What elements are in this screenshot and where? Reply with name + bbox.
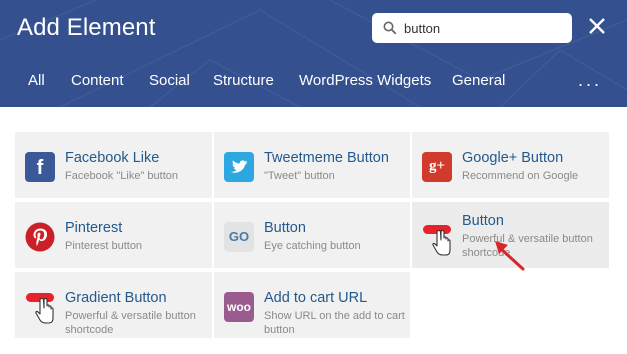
element-card-gradient-button[interactable]: Gradient Button Powerful & versatile but… [15, 272, 212, 338]
dialog-header: Add Element All Content Social Structure… [0, 0, 627, 107]
page-title: Add Element [17, 14, 156, 41]
element-description: Show URL on the add to cart button [264, 310, 405, 336]
close-icon[interactable] [586, 15, 608, 37]
search-input[interactable] [404, 17, 564, 39]
element-title: Google+ Button [462, 150, 564, 166]
twitter-icon [224, 152, 254, 182]
element-card-add-to-cart-url[interactable]: woo Add to cart URL Show URL on the add … [214, 272, 410, 338]
pinterest-icon [25, 222, 55, 252]
tab-social[interactable]: Social [149, 72, 190, 89]
element-card-tweetmeme-button[interactable]: Tweetmeme Button "Tweet" button [214, 132, 410, 198]
button-cursor-icon [423, 225, 451, 256]
facebook-icon: f [25, 152, 55, 182]
element-description: Powerful & versatile button shortcode [462, 233, 593, 259]
element-description: Recommend on Google [462, 170, 579, 182]
tab-general[interactable]: General [452, 72, 505, 89]
tab-wordpress-widgets[interactable]: WordPress Widgets [299, 72, 431, 89]
element-description: Pinterest button [65, 240, 143, 252]
element-description: Powerful & versatile button shortcode [65, 310, 196, 336]
button-cursor-icon [26, 293, 54, 324]
element-card-button-go[interactable]: GO Button Eye catching button [214, 202, 410, 268]
more-tabs-button[interactable]: ... [578, 70, 602, 91]
element-description: "Tweet" button [264, 170, 335, 182]
element-title: Add to cart URL [264, 290, 368, 306]
element-title: Button [462, 213, 504, 229]
search-box[interactable] [372, 13, 572, 43]
tab-content[interactable]: Content [71, 72, 124, 89]
element-card-google-plus-button[interactable]: g+ Google+ Button Recommend on Google [412, 132, 609, 198]
element-title: Gradient Button [65, 290, 167, 306]
element-card-pinterest[interactable]: Pinterest Pinterest button [15, 202, 212, 268]
google-plus-icon: g+ [422, 152, 452, 182]
element-description: Eye catching button [264, 240, 361, 252]
tab-all[interactable]: All [28, 72, 45, 89]
element-description: Facebook "Like" button [65, 170, 178, 182]
element-title: Button [264, 220, 306, 236]
pointer-arrow-icon [495, 241, 525, 271]
woo-icon: woo [224, 292, 254, 322]
go-button-icon: GO [224, 222, 254, 252]
element-title: Facebook Like [65, 150, 160, 166]
tab-structure[interactable]: Structure [213, 72, 274, 89]
element-card-facebook-like[interactable]: f Facebook Like Facebook "Like" button [15, 132, 212, 198]
element-title: Pinterest [65, 220, 123, 236]
element-title: Tweetmeme Button [264, 150, 389, 166]
search-icon [383, 21, 397, 35]
category-tabs: All Content Social Structure WordPress W… [0, 72, 627, 96]
